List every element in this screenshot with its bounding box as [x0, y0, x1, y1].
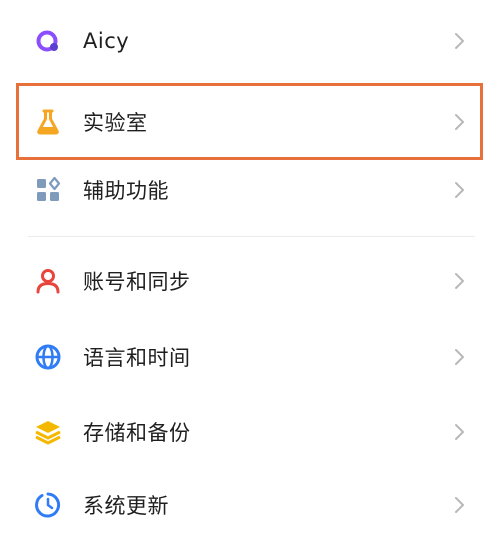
- settings-item-system-update[interactable]: 系统更新: [0, 470, 500, 540]
- update-icon: [33, 490, 63, 520]
- settings-item-label: 实验室: [83, 110, 148, 135]
- settings-item-language-time[interactable]: 语言和时间: [0, 322, 500, 392]
- layers-icon: [33, 417, 63, 447]
- section-divider: [28, 236, 475, 237]
- settings-item-lab[interactable]: 实验室: [16, 83, 483, 160]
- settings-item-storage-backup[interactable]: 存储和备份: [0, 397, 500, 467]
- chevron-right-icon: [453, 180, 467, 200]
- aicy-icon: [33, 26, 63, 56]
- globe-icon: [33, 342, 63, 372]
- settings-item-label: 语言和时间: [83, 346, 191, 370]
- settings-item-label: 辅助功能: [83, 179, 169, 203]
- chevron-right-icon: [453, 271, 467, 291]
- settings-item-label: 账号和同步: [83, 270, 191, 294]
- accessibility-grid-icon: [33, 175, 63, 205]
- settings-item-label: Aicy: [83, 29, 130, 53]
- settings-list: Aicy 实验室 辅助功能 账号和同步 语言和时间 存储和备份 系统更新: [0, 0, 500, 524]
- settings-item-label: 存储和备份: [83, 421, 191, 445]
- person-icon: [33, 266, 63, 296]
- chevron-right-icon: [453, 347, 467, 367]
- chevron-right-icon: [453, 422, 467, 442]
- flask-icon: [33, 107, 63, 137]
- settings-item-account-sync[interactable]: 账号和同步: [0, 246, 500, 316]
- settings-item-label: 系统更新: [83, 494, 169, 518]
- chevron-right-icon: [453, 495, 467, 515]
- settings-item-aicy[interactable]: Aicy: [0, 6, 500, 76]
- chevron-right-icon: [453, 31, 467, 51]
- settings-item-accessibility[interactable]: 辅助功能: [0, 155, 500, 225]
- chevron-right-icon: [453, 112, 467, 132]
